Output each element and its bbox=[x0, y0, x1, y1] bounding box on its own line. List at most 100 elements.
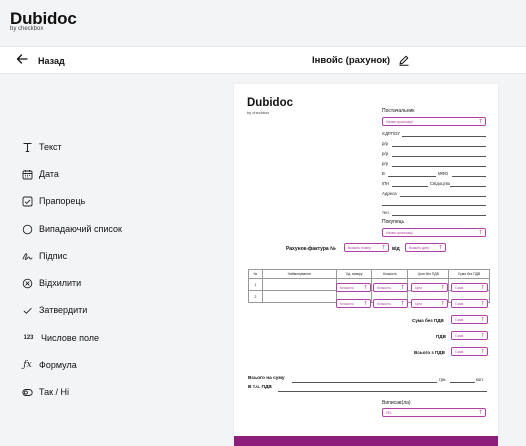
document-title: Інвойс (рахунок) bbox=[312, 54, 391, 66]
tool-approve[interactable]: Затвердити bbox=[22, 303, 87, 317]
formula-icon: ƒx bbox=[23, 360, 32, 370]
row1-quantity-field[interactable]: Кількість T bbox=[373, 283, 408, 292]
row1-sum-field[interactable]: Сума T bbox=[451, 283, 488, 292]
text-icon: T bbox=[438, 245, 442, 251]
row2-sum-field[interactable]: Сума T bbox=[451, 299, 488, 308]
incl-vat-label: В т.ч. ПДВ bbox=[248, 385, 272, 390]
text-icon: T bbox=[478, 410, 482, 416]
number-icon: 123 bbox=[23, 335, 34, 341]
row1-price-field[interactable]: Ціна T bbox=[411, 283, 448, 292]
address-line-2 bbox=[382, 205, 486, 206]
field-placeholder: Вкажіть дату bbox=[409, 246, 430, 250]
buyer-name-field[interactable]: Назва організації T bbox=[382, 228, 486, 237]
text-icon bbox=[22, 142, 33, 153]
tool-label: Підпис bbox=[39, 251, 68, 261]
edit-title-button[interactable] bbox=[398, 54, 410, 66]
tool-text[interactable]: Текст bbox=[22, 140, 62, 154]
sum-no-vat-field[interactable]: Сума T bbox=[451, 315, 488, 324]
total-with-vat-label: Всього з ПДВ bbox=[414, 350, 445, 355]
yes-no-icon bbox=[22, 387, 33, 398]
total-with-vat-field[interactable]: Сума T bbox=[451, 347, 488, 356]
address-line-1 bbox=[400, 196, 486, 197]
field-placeholder: Сума bbox=[455, 350, 464, 354]
buyer-label: Покупець bbox=[382, 219, 405, 225]
sum-no-vat-label: Сума без ПДВ bbox=[412, 318, 444, 323]
arrow-left-icon bbox=[16, 52, 28, 70]
tool-checkbox[interactable]: Прапорець bbox=[22, 194, 85, 208]
kopecks-label: коп. bbox=[476, 377, 484, 382]
text-icon: T bbox=[400, 301, 404, 307]
tool-label: Так / Ні bbox=[39, 387, 70, 397]
account-line-1 bbox=[392, 146, 486, 147]
tool-reject[interactable]: Відхилити bbox=[22, 276, 81, 290]
checkbox-icon bbox=[22, 196, 33, 207]
field-placeholder: Сума bbox=[455, 318, 464, 322]
invoice-number-field[interactable]: Вкажіть номер T bbox=[344, 243, 389, 252]
account-line-3 bbox=[392, 166, 486, 167]
text-icon: T bbox=[440, 285, 444, 291]
row1-unit-qty-field[interactable]: Кількість T bbox=[336, 283, 371, 292]
field-placeholder: Кількість bbox=[340, 286, 354, 290]
field-placeholder: Ціна bbox=[415, 286, 423, 290]
col-header: Сума без ПДВ bbox=[448, 269, 490, 279]
calendar-icon bbox=[22, 169, 33, 180]
incl-vat-line bbox=[278, 391, 487, 392]
tool-signature[interactable]: Підпис bbox=[22, 249, 67, 263]
text-icon: T bbox=[480, 301, 484, 307]
tool-label: Випадаючий список bbox=[39, 224, 122, 234]
field-placeholder: Назва організації bbox=[386, 120, 413, 124]
kopecks-line bbox=[450, 382, 475, 383]
date-from-label: від bbox=[392, 246, 400, 252]
bank-label: В bbox=[382, 171, 385, 176]
reject-icon bbox=[22, 278, 33, 289]
col-header: Кількість bbox=[371, 269, 409, 279]
document-footer-bar bbox=[234, 436, 498, 446]
row-number: 1 bbox=[248, 278, 263, 291]
row2-unit-qty-field[interactable]: Кількість T bbox=[336, 299, 371, 308]
bank-line bbox=[388, 176, 436, 177]
tool-date[interactable]: Дата bbox=[22, 167, 59, 181]
invoice-date-field[interactable]: Вкажіть дату T bbox=[405, 243, 446, 252]
tool-dropdown[interactable]: Випадаючий список bbox=[22, 222, 122, 236]
check-icon bbox=[22, 305, 33, 316]
tool-number[interactable]: 123 Числове поле bbox=[22, 331, 99, 345]
issued-by-name-field[interactable]: ПІБ T bbox=[382, 408, 486, 417]
tool-formula[interactable]: ƒx Формула bbox=[22, 358, 76, 372]
signature-icon bbox=[22, 251, 33, 262]
supplier-name-field[interactable]: Назва організації T bbox=[382, 117, 486, 126]
back-label: Назад bbox=[38, 56, 65, 66]
account-label-1: р/р bbox=[382, 141, 388, 146]
mfo-label: МФО bbox=[438, 171, 449, 176]
supplier-label: Постачальник bbox=[382, 108, 415, 114]
text-icon: T bbox=[480, 317, 484, 323]
phone-line bbox=[392, 215, 486, 216]
text-icon: T bbox=[480, 349, 484, 355]
doc-title-group: Інвойс (рахунок) bbox=[312, 54, 410, 66]
ipn-line bbox=[392, 186, 428, 187]
tool-label: Затвердити bbox=[39, 305, 88, 315]
back-button[interactable]: Назад bbox=[16, 53, 65, 69]
total-in-words-line bbox=[292, 382, 437, 383]
brand-tagline: by checkbox bbox=[10, 26, 44, 32]
vat-field[interactable]: Сума T bbox=[451, 331, 488, 340]
row2-price-field[interactable]: Ціна T bbox=[411, 299, 448, 308]
tool-label: Текст bbox=[39, 142, 62, 152]
table-header-row: № Найменування Од. виміру Кількість Ціна… bbox=[248, 269, 490, 279]
field-placeholder: Сума bbox=[455, 286, 464, 290]
col-header: № bbox=[248, 269, 263, 279]
tool-yes-no[interactable]: Так / Ні bbox=[22, 385, 69, 399]
item-name-cell bbox=[261, 290, 337, 303]
field-placeholder: Кількість bbox=[340, 302, 354, 306]
invoice-number-label: Рахунок-фактура № bbox=[286, 246, 336, 252]
pencil-icon bbox=[399, 55, 409, 66]
address-label: Адреса bbox=[382, 191, 397, 196]
field-placeholder: Ціна bbox=[415, 302, 423, 306]
row2-quantity-field[interactable]: Кількість T bbox=[373, 299, 408, 308]
text-icon: T bbox=[478, 230, 482, 236]
editor-toolbar: Назад Інвойс (рахунок) bbox=[0, 46, 526, 74]
text-icon: T bbox=[381, 245, 385, 251]
item-name-cell bbox=[261, 278, 337, 291]
field-placeholder: Кількість bbox=[377, 302, 391, 306]
row-number: 2 bbox=[248, 290, 263, 303]
account-label-3: р/р bbox=[382, 161, 388, 166]
